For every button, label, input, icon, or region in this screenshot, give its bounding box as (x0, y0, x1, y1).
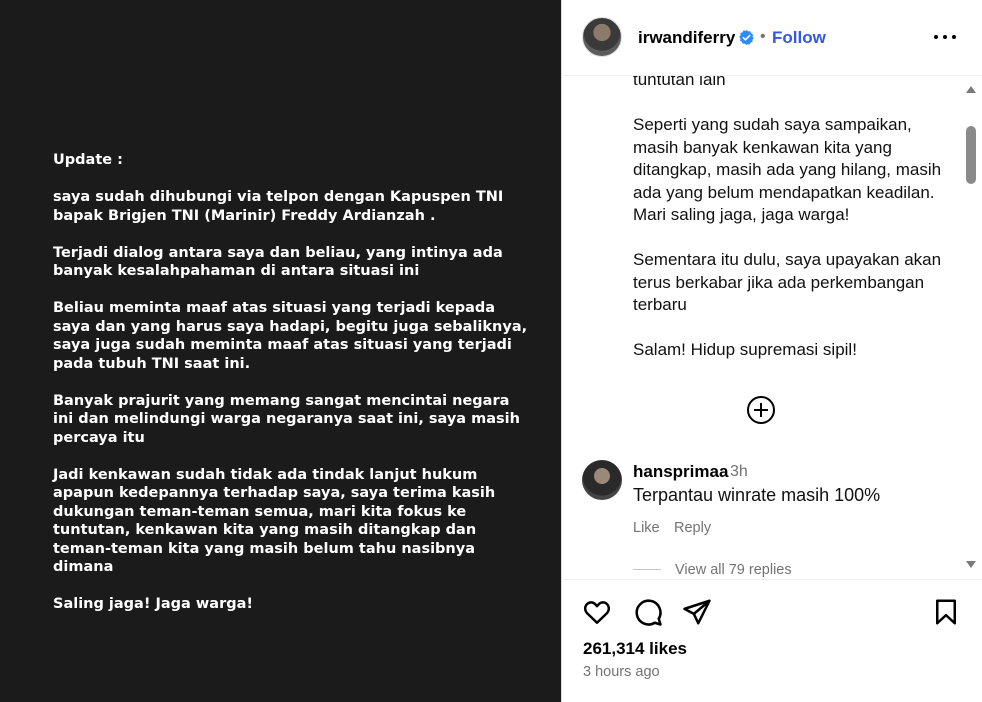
view-replies-button[interactable]: View all 79 replies (675, 562, 792, 578)
post-header: irwandiferry • Follow (562, 0, 982, 76)
post-image: Update : saya sudah dihubungi via telpon… (0, 0, 561, 702)
scrollbar-up-arrow[interactable] (966, 86, 976, 93)
author-avatar[interactable] (582, 17, 622, 57)
scrollbar-down-arrow[interactable] (966, 561, 976, 568)
bookmark-icon[interactable] (931, 597, 961, 627)
post-paragraph: saya sudah dihubungi via telpon dengan K… (53, 189, 504, 224)
more-options-icon[interactable] (934, 26, 958, 48)
post-image-text: Update : saya sudah dihubungi via telpon… (53, 151, 533, 632)
comments-area[interactable]: tuntutan lain Seperti yang sudah saya sa… (562, 76, 982, 579)
post-paragraph: Terjadi dialog antara saya dan beliau, y… (53, 244, 503, 280)
post-sidebar: irwandiferry • Follow tuntutan lain Sepe… (562, 0, 982, 702)
comment-reply-button[interactable]: Reply (674, 520, 711, 536)
comment-icon[interactable] (633, 597, 663, 627)
comment-like-button[interactable]: Like (633, 520, 660, 536)
comment-text: Terpantau winrate masih 100% (633, 485, 881, 505)
caption-paragraph: Salam! Hidup supremasi sipil! (633, 340, 857, 359)
verified-badge-icon (739, 30, 754, 45)
separator-dot: • (760, 28, 766, 45)
load-more-comments-icon[interactable] (746, 395, 776, 425)
caption-paragraph: Sementara itu dulu, saya upayakan akan t… (633, 250, 942, 314)
post-paragraph: Banyak prajurit yang memang sangat menci… (53, 392, 520, 446)
follow-button[interactable]: Follow (772, 28, 826, 48)
post-caption: tuntutan lain Seperti yang sudah saya sa… (633, 76, 953, 384)
comment-username[interactable]: hansprimaa (633, 462, 728, 482)
post-paragraph: Saling jaga! Jaga warga! (53, 596, 253, 612)
share-icon[interactable] (682, 597, 712, 627)
like-count[interactable]: 261,314 likes (583, 639, 687, 659)
scrollbar-thumb[interactable] (966, 126, 976, 184)
heart-icon[interactable] (582, 597, 612, 627)
post-paragraph: Update : (53, 152, 123, 168)
replies-line (633, 569, 661, 570)
comment-avatar[interactable] (582, 460, 622, 500)
post-paragraph: Jadi kenkawan sudah tidak ada tindak lan… (53, 466, 496, 576)
actions-divider (562, 579, 982, 580)
author-username[interactable]: irwandiferry (638, 28, 735, 48)
caption-paragraph: tuntutan lain (633, 76, 726, 89)
caption-paragraph: Seperti yang sudah saya sampaikan, masih… (633, 115, 942, 224)
post-time[interactable]: 3 hours ago (583, 664, 660, 680)
post-paragraph: Beliau meminta maaf atas situasi yang te… (53, 300, 528, 372)
comment-timestamp[interactable]: 3h (730, 463, 748, 481)
